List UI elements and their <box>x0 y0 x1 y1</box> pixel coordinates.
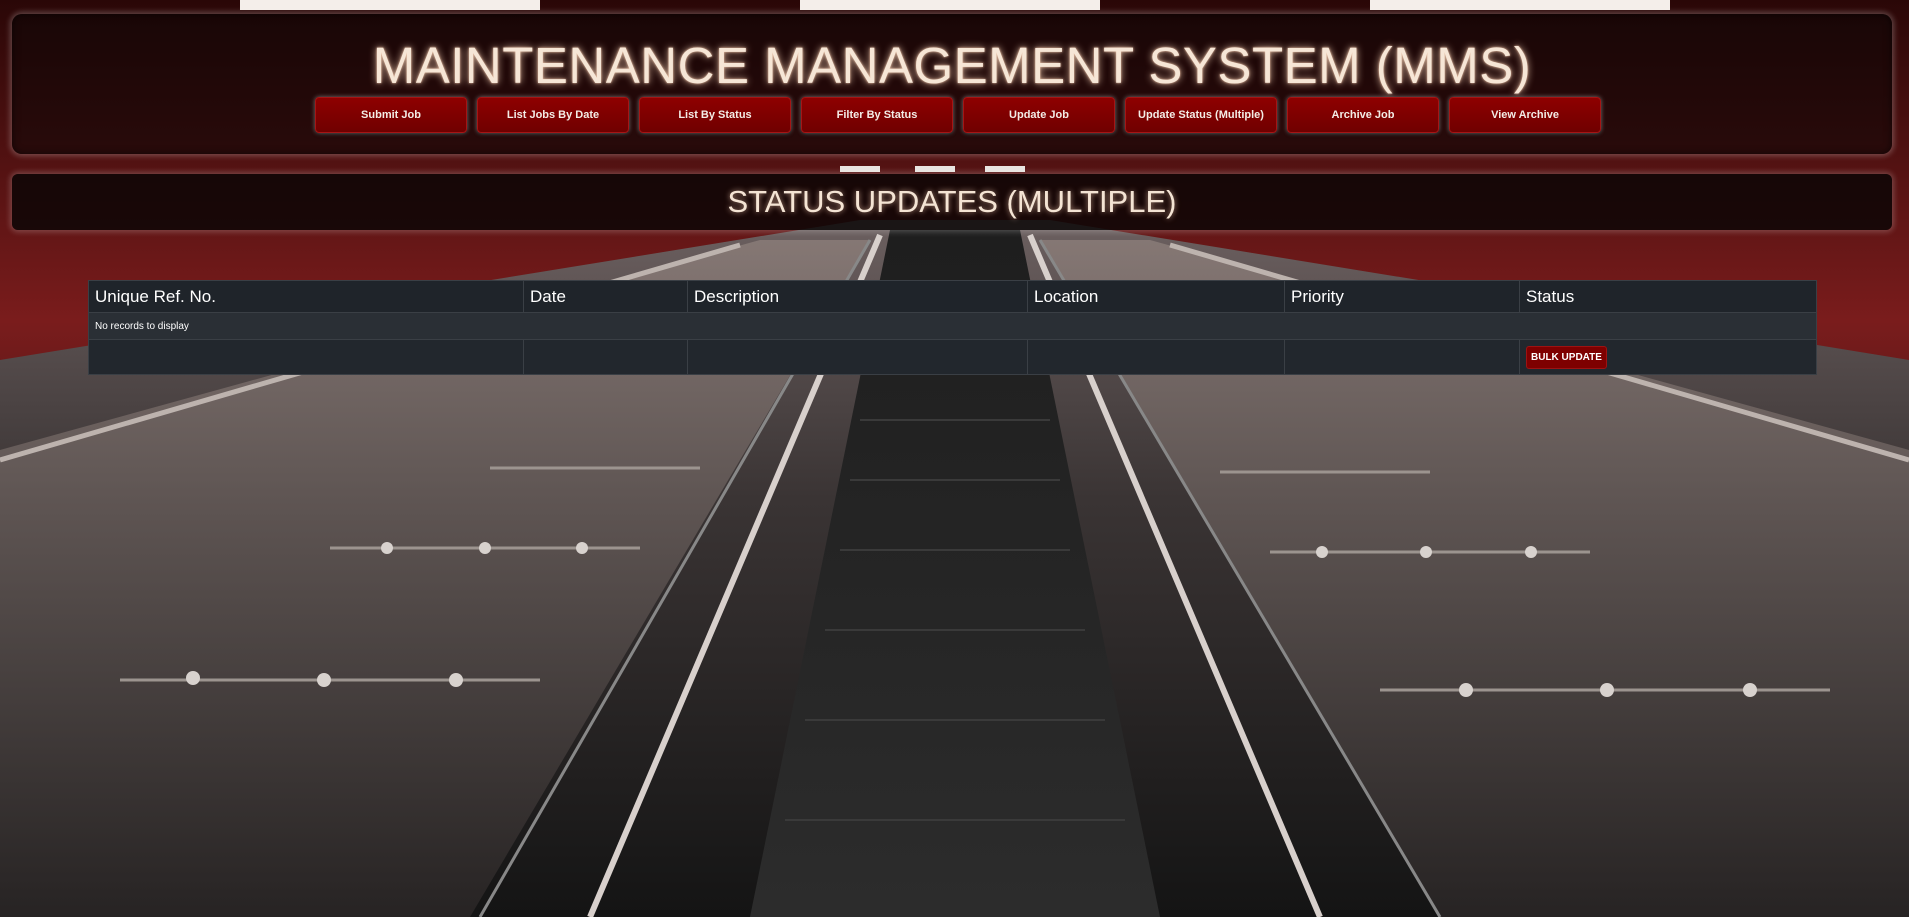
submit-job-button[interactable]: Submit Job <box>315 97 467 133</box>
column-header-ref-no: Unique Ref. No. <box>88 280 524 313</box>
bulk-update-button[interactable]: BULK UPDATE <box>1526 345 1607 369</box>
update-status-multiple-button[interactable]: Update Status (Multiple) <box>1125 97 1277 133</box>
empty-records-message: No records to display <box>88 312 1817 340</box>
page-title-panel: STATUS UPDATES (MULTIPLE) <box>12 174 1892 230</box>
header-panel: MAINTENANCE MANAGEMENT SYSTEM (MMS) Subm… <box>12 14 1892 154</box>
list-jobs-by-date-button[interactable]: List Jobs By Date <box>477 97 629 133</box>
table-cell <box>1027 339 1285 375</box>
column-header-location: Location <box>1027 280 1285 313</box>
table-cell <box>687 339 1028 375</box>
status-updates-table: Unique Ref. No. Date Description Locatio… <box>88 280 1817 375</box>
app-title: MAINTENANCE MANAGEMENT SYSTEM (MMS) <box>372 37 1532 94</box>
archive-job-button[interactable]: Archive Job <box>1287 97 1439 133</box>
filter-by-status-button[interactable]: Filter By Status <box>801 97 953 133</box>
view-archive-button[interactable]: View Archive <box>1449 97 1601 133</box>
column-header-status: Status <box>1519 280 1817 313</box>
table-cell <box>88 339 524 375</box>
column-header-date: Date <box>523 280 688 313</box>
column-header-description: Description <box>687 280 1028 313</box>
table-header-row: Unique Ref. No. Date Description Locatio… <box>88 280 1817 313</box>
status-table-container: Unique Ref. No. Date Description Locatio… <box>88 280 1817 375</box>
empty-records-row: No records to display <box>88 312 1817 340</box>
update-job-button[interactable]: Update Job <box>963 97 1115 133</box>
main-nav: Submit Job List Jobs By Date List By Sta… <box>315 97 1601 133</box>
bulk-update-cell: BULK UPDATE <box>1519 339 1817 375</box>
bulk-action-row: BULK UPDATE <box>88 339 1817 375</box>
page-title: STATUS UPDATES (MULTIPLE) <box>727 184 1177 219</box>
list-by-status-button[interactable]: List By Status <box>639 97 791 133</box>
table-cell <box>1284 339 1520 375</box>
table-cell <box>523 339 688 375</box>
column-header-priority: Priority <box>1284 280 1520 313</box>
